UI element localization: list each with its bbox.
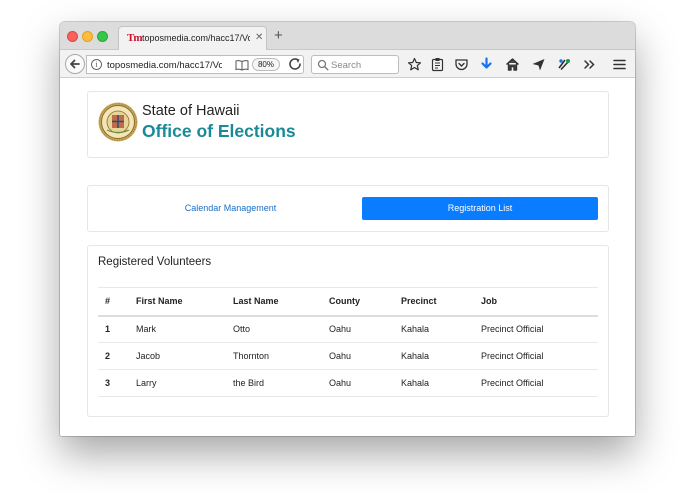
job-cell: Precinct Official: [474, 315, 598, 343]
browser-window: Tm toposmedia.com/hacc17/Volunteers ✕ + …: [60, 22, 635, 436]
volunteers-title: Registered Volunteers: [98, 256, 212, 268]
close-window-button[interactable]: [67, 31, 78, 42]
last-name-cell: the Bird: [226, 369, 322, 397]
search-input[interactable]: Search: [311, 55, 399, 74]
reload-icon[interactable]: [288, 57, 304, 71]
site-header: State of Hawaii Office of Elections: [87, 91, 609, 158]
info-icon[interactable]: i: [91, 59, 102, 70]
back-button[interactable]: [65, 54, 85, 74]
county-cell: Oahu: [322, 342, 394, 370]
column-header: #: [98, 287, 129, 317]
table-header-row: # First Name Last Name County Precinct J…: [98, 287, 598, 317]
extension-icon[interactable]: [557, 57, 572, 72]
precinct-cell: Kahala: [394, 342, 474, 370]
pocket-icon[interactable]: [454, 57, 469, 72]
first-name-cell: Jacob: [129, 342, 226, 370]
first-name-cell: Larry: [129, 369, 226, 397]
zoom-level-badge[interactable]: 80%: [252, 58, 280, 71]
job-cell: Precinct Official: [474, 342, 598, 370]
column-header: Job: [474, 287, 598, 317]
download-arrow-icon[interactable]: [479, 57, 494, 72]
first-name-cell: Mark: [129, 315, 226, 343]
precinct-cell: Kahala: [394, 369, 474, 397]
last-name-cell: Thornton: [226, 342, 322, 370]
url-text[interactable]: toposmedia.com/hacc17/Volunteers: [107, 60, 222, 71]
page-content: State of Hawaii Office of Elections Cale…: [60, 79, 635, 436]
row-number: 2: [98, 342, 129, 370]
search-icon: [317, 59, 329, 71]
job-cell: Precinct Official: [474, 369, 598, 397]
search-placeholder: Search: [331, 60, 362, 71]
main-nav: Calendar Management Registration List: [87, 185, 609, 232]
home-icon[interactable]: [505, 57, 520, 72]
last-name-cell: Otto: [226, 315, 322, 343]
reading-list-icon[interactable]: [430, 57, 445, 72]
site-favicon-icon: Tm: [127, 32, 143, 44]
office-title: Office of Elections: [142, 121, 296, 141]
reader-view-icon[interactable]: [235, 59, 249, 71]
column-header: Last Name: [226, 287, 322, 317]
minimize-window-button[interactable]: [82, 31, 93, 42]
overflow-chevrons-icon[interactable]: [582, 57, 597, 72]
maximize-window-button[interactable]: [97, 31, 108, 42]
send-icon[interactable]: [531, 57, 546, 72]
tab-close-icon[interactable]: ✕: [255, 32, 263, 44]
column-header: Precinct: [394, 287, 474, 317]
row-number: 1: [98, 315, 129, 343]
volunteers-card: Registered Volunteers # First Name Last …: [87, 245, 609, 417]
state-seal-icon: [98, 102, 138, 142]
column-header: First Name: [129, 287, 226, 317]
browser-tab[interactable]: Tm toposmedia.com/hacc17/Volunteers ✕: [118, 26, 267, 50]
tab-bar: Tm toposmedia.com/hacc17/Volunteers ✕ +: [60, 22, 635, 50]
row-number: 3: [98, 369, 129, 397]
tab-title: toposmedia.com/hacc17/Volunteers: [142, 33, 250, 43]
hamburger-menu-icon[interactable]: [612, 57, 627, 72]
browser-toolbar: i toposmedia.com/hacc17/Volunteers 80% S…: [60, 50, 635, 78]
volunteers-table: # First Name Last Name County Precinct J…: [98, 287, 598, 397]
calendar-management-link[interactable]: Calendar Management: [88, 197, 373, 220]
table-row: 1 Mark Otto Oahu Kahala Precinct Officia…: [98, 315, 598, 343]
registration-list-button[interactable]: Registration List: [362, 197, 598, 220]
column-header: County: [322, 287, 394, 317]
bookmark-star-icon[interactable]: [407, 57, 422, 72]
new-tab-button[interactable]: +: [274, 28, 283, 43]
county-cell: Oahu: [322, 369, 394, 397]
table-row: 3 Larry the Bird Oahu Kahala Precinct Of…: [98, 369, 598, 397]
precinct-cell: Kahala: [394, 315, 474, 343]
table-row: 2 Jacob Thornton Oahu Kahala Precinct Of…: [98, 342, 598, 370]
state-name: State of Hawaii: [142, 103, 240, 119]
url-bar[interactable]: i toposmedia.com/hacc17/Volunteers 80%: [86, 55, 304, 74]
back-arrow-icon: [70, 59, 80, 69]
county-cell: Oahu: [322, 315, 394, 343]
